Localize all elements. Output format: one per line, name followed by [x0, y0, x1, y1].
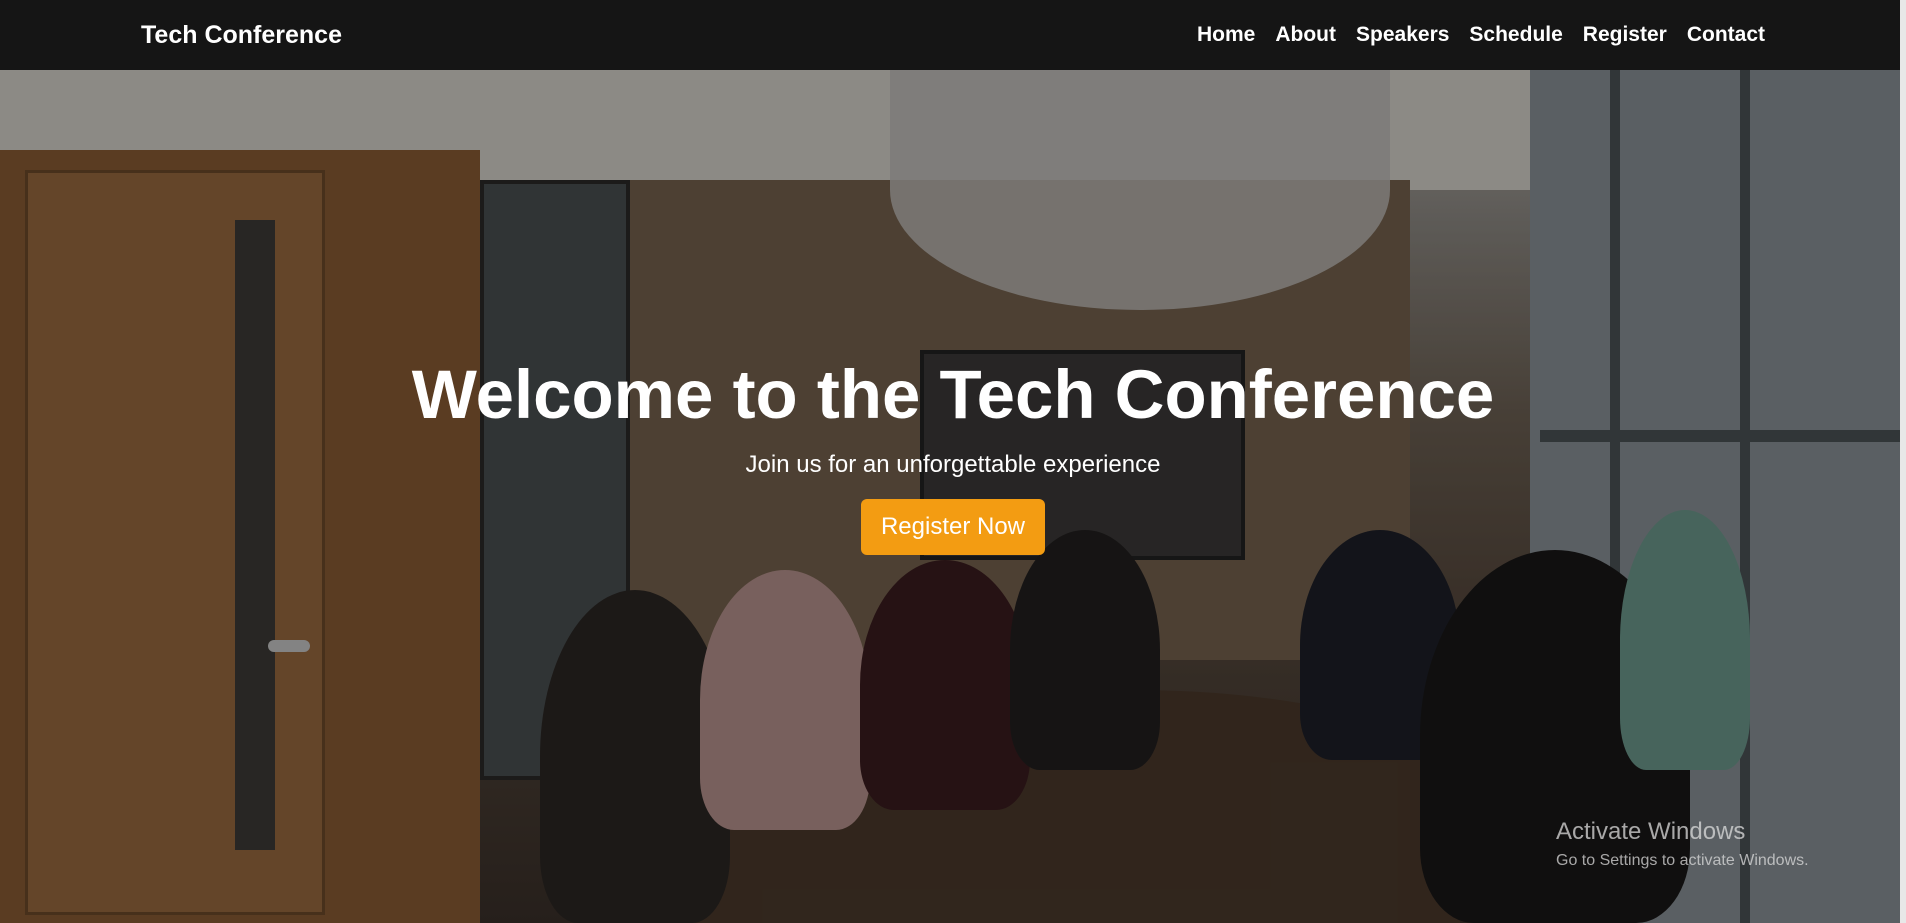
- nav-link-schedule[interactable]: Schedule: [1469, 23, 1562, 47]
- page-scrollbar[interactable]: [1900, 0, 1906, 923]
- site-brand[interactable]: Tech Conference: [141, 21, 342, 50]
- top-navbar: Tech Conference Home About Speakers Sche…: [0, 0, 1906, 70]
- watermark-title: Activate Windows: [1556, 818, 1746, 845]
- nav-link-speakers[interactable]: Speakers: [1356, 23, 1449, 47]
- hero-content: Welcome to the Tech Conference Join us f…: [0, 70, 1906, 923]
- hero-title: Welcome to the Tech Conference: [411, 356, 1495, 433]
- watermark-subtitle: Go to Settings to activate Windows.: [1556, 852, 1809, 869]
- hero-subtitle: Join us for an unforgettable experience: [745, 451, 1161, 478]
- nav-link-about[interactable]: About: [1275, 23, 1336, 47]
- nav-menu: Home About Speakers Schedule Register Co…: [1197, 23, 1765, 47]
- activate-windows-watermark: Activate Windows Go to Settings to activ…: [1556, 818, 1809, 870]
- register-now-button[interactable]: Register Now: [860, 499, 1046, 555]
- hero-section: Welcome to the Tech Conference Join us f…: [0, 70, 1906, 923]
- nav-link-register[interactable]: Register: [1583, 23, 1667, 47]
- nav-link-contact[interactable]: Contact: [1687, 23, 1765, 47]
- nav-link-home[interactable]: Home: [1197, 23, 1255, 47]
